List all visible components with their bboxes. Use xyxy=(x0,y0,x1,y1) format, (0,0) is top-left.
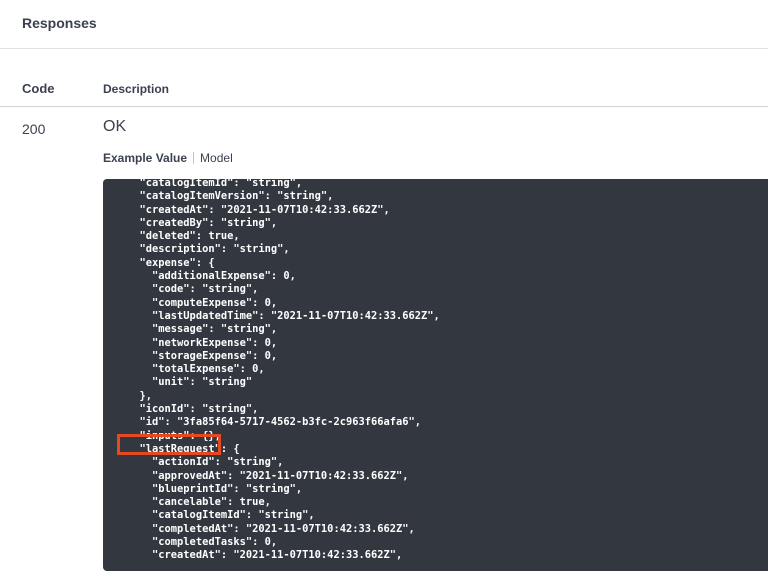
code-line: "iconId": "string", xyxy=(127,403,259,416)
code-line: "blueprintId": "string", xyxy=(127,482,303,495)
code-line: "inputs": {}, xyxy=(127,429,221,442)
code-line: "computeExpense": 0, xyxy=(127,296,278,309)
json-example-code: "catalogItemId": "string", "catalogItemV… xyxy=(103,179,768,563)
column-header-description: Description xyxy=(103,82,170,96)
code-line: "additionalExpense": 0, xyxy=(127,270,296,283)
code-line: "catalogItemVersion": "string", xyxy=(127,190,334,203)
responses-header[interactable]: Responses xyxy=(0,0,768,49)
code-line: }, xyxy=(127,389,153,402)
response-status-code: 200 xyxy=(22,121,46,137)
code-line: "description": "string", xyxy=(127,243,290,256)
code-line: "completedAt": "2021-11-07T10:42:33.662Z… xyxy=(127,522,415,535)
example-model-tabs: Example Value Model xyxy=(103,151,233,165)
code-line: "code": "string", xyxy=(127,283,259,296)
code-line: "totalExpense": 0, xyxy=(127,363,265,376)
code-line: "networkExpense": 0, xyxy=(127,336,278,349)
tab-divider xyxy=(193,152,195,164)
responses-table-header: Code Description xyxy=(0,62,768,107)
code-line: "id": "3fa85f64-5717-4562-b3fc-2c963f66a… xyxy=(127,416,422,429)
code-line: "createdAt": "2021-11-07T10:42:33.662Z", xyxy=(127,203,390,216)
code-line: "lastUpdatedTime": "2021-11-07T10:42:33.… xyxy=(127,309,440,322)
tab-model[interactable]: Model xyxy=(200,151,233,165)
responses-title: Responses xyxy=(22,15,97,31)
code-line: "expense": { xyxy=(127,256,215,269)
code-line: "createdAt": "2021-11-07T10:42:33.662Z", xyxy=(127,549,403,562)
code-line: "deleted": true, xyxy=(127,230,240,243)
code-line: "cancelable": true, xyxy=(127,496,271,509)
column-header-code: Code xyxy=(22,81,55,96)
code-line: "catalogItemId": "string", xyxy=(127,179,303,189)
code-line: "actionId": "string", xyxy=(127,456,284,469)
code-line: "approvedAt": "2021-11-07T10:42:33.662Z"… xyxy=(127,469,409,482)
code-line: "unit": "string" xyxy=(127,376,253,389)
code-line: "createdBy": "string", xyxy=(127,216,278,229)
example-value-code-block[interactable]: "catalogItemId": "string", "catalogItemV… xyxy=(103,179,768,571)
code-line: "completedTasks": 0, xyxy=(127,536,278,549)
code-line: "lastRequest": { xyxy=(127,442,240,455)
code-line: "storageExpense": 0, xyxy=(127,349,278,362)
code-line: "message": "string", xyxy=(127,323,278,336)
code-line: "catalogItemId": "string", xyxy=(127,509,315,522)
response-description: OK xyxy=(103,118,127,135)
tab-example-value[interactable]: Example Value xyxy=(103,151,187,165)
